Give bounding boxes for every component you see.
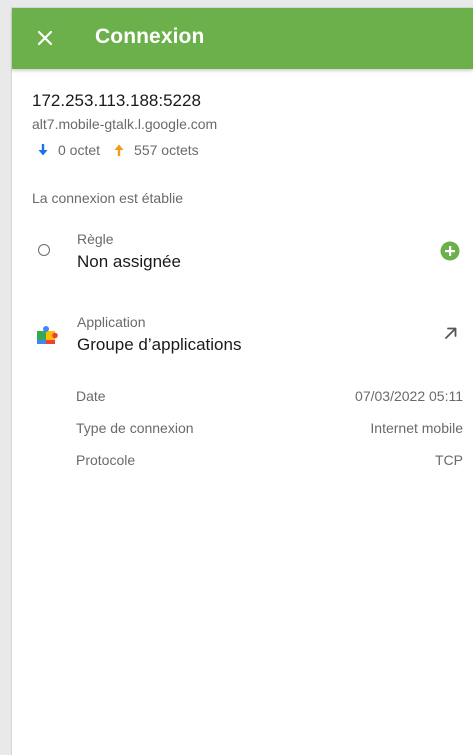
app-bar: Connexion <box>12 8 473 69</box>
arrow-up-icon <box>114 144 124 156</box>
connection-details-screen: Connexion 172.253.113.188:5228 alt7.mobi… <box>12 8 473 755</box>
page-title: Connexion <box>95 25 205 48</box>
detail-value: 07/03/2022 05:11 <box>355 388 463 404</box>
upload-bytes: 557 octets <box>134 142 199 158</box>
traffic-summary: 0 octet 557 octets <box>38 140 199 160</box>
detail-date: Date 07/03/2022 05:11 <box>76 388 463 410</box>
application-value: Groupe d’applications <box>77 335 242 354</box>
detail-key: Type de connexion <box>76 420 194 436</box>
remote-hostname: alt7.mobile-gtalk.l.google.com <box>32 116 218 132</box>
application-row[interactable]: Application Groupe d’applications <box>12 303 473 363</box>
detail-key: Date <box>76 388 106 404</box>
detail-value: TCP <box>435 452 463 468</box>
remote-address: 172.253.113.188:5228 <box>32 91 201 110</box>
close-button[interactable] <box>30 23 60 53</box>
app-group-icon <box>37 326 58 344</box>
application-label: Application <box>77 314 146 330</box>
rule-row[interactable]: Règle Non assignée <box>12 220 473 280</box>
connection-status: La connexion est établie <box>32 190 183 206</box>
detail-protocol: Protocole TCP <box>76 452 463 474</box>
download-bytes: 0 octet <box>58 142 101 158</box>
screen: Connexion 172.253.113.188:5228 alt7.mobi… <box>0 0 473 755</box>
open-external-icon[interactable] <box>443 325 459 341</box>
radio-icon <box>38 244 50 256</box>
detail-key: Protocole <box>76 452 136 468</box>
add-circle-icon[interactable] <box>440 241 460 261</box>
detail-connection-type: Type de connexion Internet mobile <box>76 420 463 442</box>
arrow-down-icon <box>38 144 48 156</box>
rule-value: Non assignée <box>77 252 181 271</box>
rule-label: Règle <box>77 231 114 247</box>
detail-value: Internet mobile <box>370 420 463 436</box>
close-icon <box>37 30 53 46</box>
